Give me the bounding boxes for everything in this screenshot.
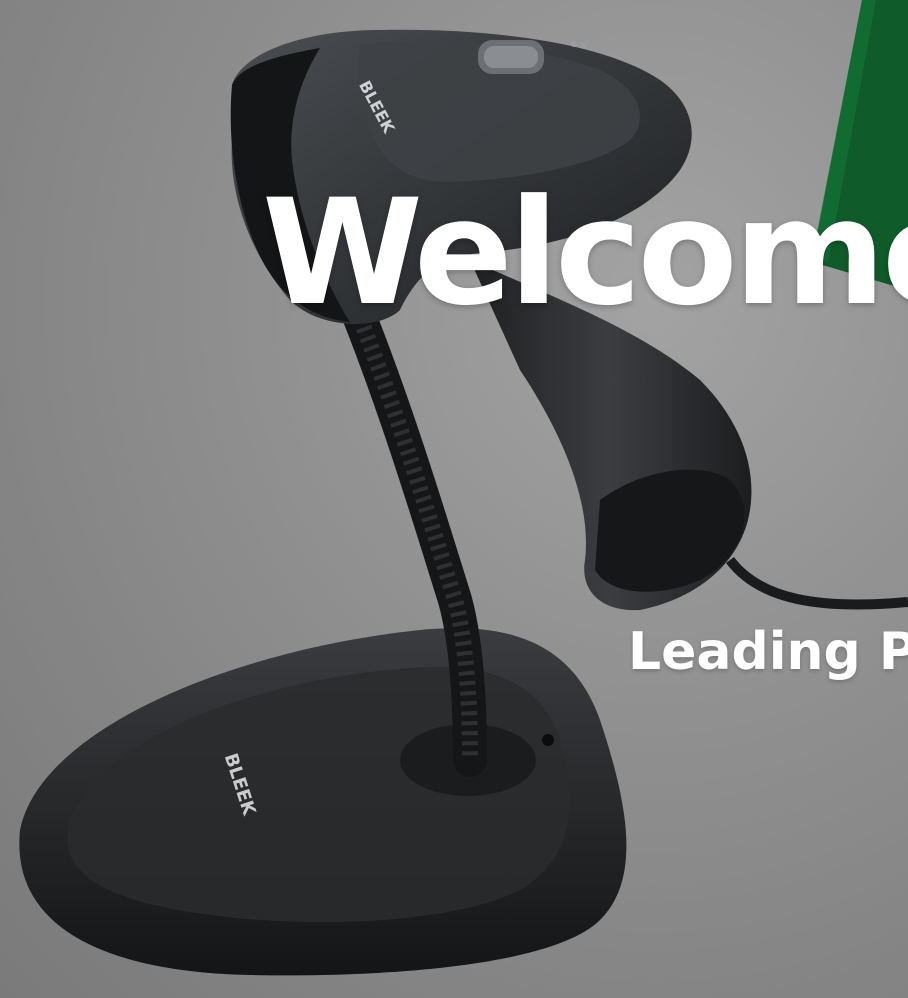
barcode-scanner-image: BLEEK BLEEK bbox=[19, 29, 908, 976]
welcome-headline: Welcome bbox=[262, 168, 908, 338]
hero-banner: BLEEK BLEEK Welcome Leading P bbox=[0, 0, 908, 998]
tagline-text: Leading P bbox=[628, 622, 908, 682]
